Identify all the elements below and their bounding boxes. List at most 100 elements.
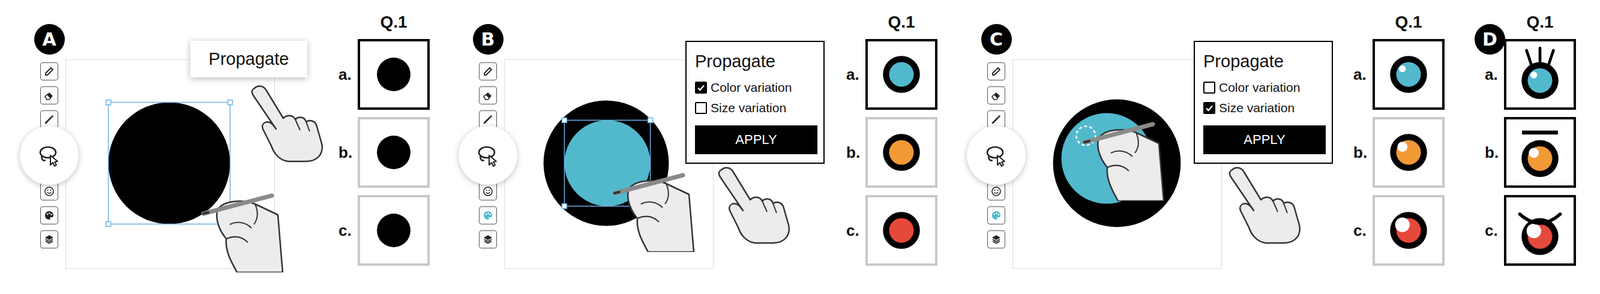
eraser-icon xyxy=(990,89,1003,102)
option-row[interactable]: Size variation xyxy=(1203,97,1326,119)
toolbar xyxy=(987,62,1006,249)
answer-label: c. xyxy=(1484,221,1502,241)
toolbar-tool[interactable] xyxy=(478,230,497,249)
option-label: Size variation xyxy=(710,100,787,116)
selection-box[interactable] xyxy=(106,100,233,227)
eye-icon xyxy=(360,197,428,264)
canvas-area: Propagate xyxy=(65,59,275,269)
checkbox[interactable] xyxy=(694,102,707,115)
figure-panel: BPropagateColor variationSize variationA… xyxy=(471,10,981,274)
stylus-hand-icon xyxy=(610,168,695,253)
toolbar xyxy=(40,62,59,249)
answer-box xyxy=(1503,195,1576,266)
eye-icon xyxy=(1506,41,1574,108)
checkbox[interactable] xyxy=(1203,81,1216,94)
figure-panel: DQ.1a.b.c. xyxy=(1474,10,1595,274)
panel-badge: C xyxy=(981,24,1012,55)
toolbar-tool[interactable] xyxy=(40,62,59,81)
panel-badge: B xyxy=(472,24,504,55)
layers-icon xyxy=(481,233,494,246)
option-row[interactable]: Color variation xyxy=(1203,77,1326,98)
answer-label: a. xyxy=(1484,65,1502,85)
toolbar-tool[interactable] xyxy=(40,206,59,225)
left-column: A xyxy=(33,10,66,249)
check-icon xyxy=(696,82,706,93)
toolbar-tool[interactable] xyxy=(987,62,1006,81)
apply-button[interactable]: APPLY xyxy=(1203,125,1326,155)
magic-wand-icon xyxy=(990,113,1003,126)
answer-row: c. xyxy=(1484,195,1576,266)
popup-title: Propagate xyxy=(694,51,818,72)
toolbar-tool[interactable] xyxy=(478,182,497,201)
left-column: C xyxy=(980,10,1013,249)
answer-row: a. xyxy=(338,39,430,110)
toolbar-tool[interactable] xyxy=(40,182,59,201)
lasso-icon xyxy=(984,143,1009,168)
answer-label: b. xyxy=(1484,143,1502,163)
stylus-hand-icon xyxy=(199,188,284,273)
lasso-slot xyxy=(40,134,59,177)
lasso-slot xyxy=(478,134,497,177)
answer-box xyxy=(357,39,430,110)
magic-wand-icon xyxy=(481,113,494,126)
toolbar-tool[interactable] xyxy=(987,206,1006,225)
answer-row: c. xyxy=(846,195,938,266)
pointing-hand-icon xyxy=(1223,165,1308,245)
answer-box xyxy=(1503,117,1576,188)
figure-panel: C Propagate Color variationSize variation A… xyxy=(980,10,1475,274)
answer-label: c. xyxy=(338,221,356,241)
answer-row: b. xyxy=(1353,117,1445,188)
answer-box xyxy=(357,195,430,266)
lasso-button[interactable] xyxy=(19,126,79,185)
option-label: Color variation xyxy=(710,80,792,95)
answer-row: b. xyxy=(1484,117,1576,188)
popup-title: Propagate xyxy=(1203,51,1326,72)
eye-icon xyxy=(1374,119,1443,186)
question-title: Q.1 xyxy=(846,10,938,35)
lasso-button[interactable] xyxy=(458,126,518,185)
canvas-area: PropagateColor variationSize variationAP… xyxy=(504,59,714,269)
toolbar-tool[interactable] xyxy=(40,230,59,249)
figure: APropagateQ.1a.b.c.BPropagateColor varia… xyxy=(0,0,1600,294)
toolbar-tool[interactable] xyxy=(987,230,1006,249)
left-column: B xyxy=(471,10,505,249)
palette-icon xyxy=(43,209,56,222)
toolbar-tool[interactable] xyxy=(478,86,497,105)
draft-stroke xyxy=(1076,126,1096,146)
lasso-icon xyxy=(475,143,500,168)
answer-box xyxy=(865,117,938,188)
answer-box xyxy=(1372,117,1445,188)
answer-box xyxy=(865,39,938,110)
eraser-icon xyxy=(481,89,494,102)
question-title: Q.1 xyxy=(1353,10,1445,35)
toolbar-tool[interactable] xyxy=(478,206,497,225)
answer-row: b. xyxy=(846,117,938,188)
answer-box xyxy=(1372,195,1445,266)
answer-label: b. xyxy=(338,143,356,163)
option-row[interactable]: Size variation xyxy=(694,97,818,119)
eye-icon xyxy=(867,41,936,108)
toolbar-tool[interactable] xyxy=(987,182,1006,201)
eye-icon xyxy=(360,41,428,108)
question-column: Q.1a.b.c. xyxy=(338,10,430,274)
stylus-hand-icon xyxy=(1080,117,1165,202)
apply-button[interactable]: APPLY xyxy=(694,125,818,155)
check-icon xyxy=(1204,103,1215,113)
layers-icon xyxy=(43,233,56,246)
outer-circle[interactable] xyxy=(1053,99,1182,228)
pencil-icon xyxy=(481,65,494,78)
propagate-tooltip[interactable]: Propagate xyxy=(190,40,308,78)
answer-label: a. xyxy=(1353,65,1371,85)
option-row[interactable]: Color variation xyxy=(694,77,818,98)
checkbox[interactable] xyxy=(694,81,707,94)
lasso-button[interactable] xyxy=(966,126,1026,185)
checkbox[interactable] xyxy=(1203,102,1216,115)
answer-row: c. xyxy=(338,195,430,266)
toolbar-tool[interactable] xyxy=(40,86,59,105)
outer-circle[interactable] xyxy=(108,102,231,225)
layers-icon xyxy=(990,233,1003,246)
pointing-hand-icon xyxy=(712,165,797,245)
toolbar-tool[interactable] xyxy=(478,62,497,81)
answer-label: a. xyxy=(338,65,356,85)
toolbar-tool[interactable] xyxy=(987,86,1006,105)
